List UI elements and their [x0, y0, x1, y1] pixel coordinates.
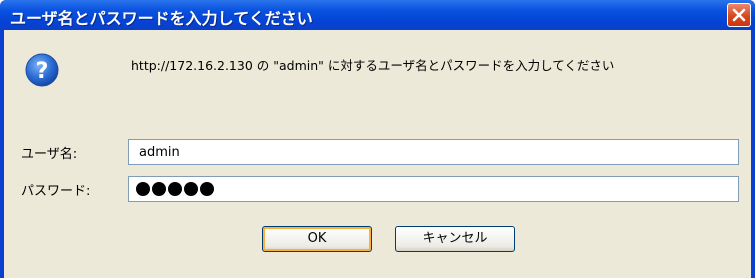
username-field[interactable] — [128, 139, 739, 165]
question-icon: ? — [24, 52, 60, 92]
login-dialog: ユーザ名とパスワードを入力してください ? http://172.16.2.13… — [0, 0, 755, 278]
close-icon — [732, 8, 746, 22]
cancel-button-label: キャンセル — [422, 231, 488, 246]
password-field[interactable] — [128, 176, 739, 202]
password-label: パスワード: — [21, 184, 91, 199]
svg-text:?: ? — [36, 59, 49, 84]
ok-button-label: OK — [307, 231, 327, 246]
dialog-title: ユーザ名とパスワードを入力してください — [10, 9, 313, 28]
username-label: ユーザ名: — [21, 147, 78, 162]
prompt-message: http://172.16.2.130 の "admin" に対するユーザ名とパ… — [131, 58, 615, 73]
close-button[interactable] — [727, 3, 751, 27]
title-bar[interactable]: ユーザ名とパスワードを入力してください — [0, 0, 755, 30]
cancel-button[interactable]: キャンセル — [395, 226, 515, 252]
ok-button[interactable]: OK — [262, 226, 372, 252]
